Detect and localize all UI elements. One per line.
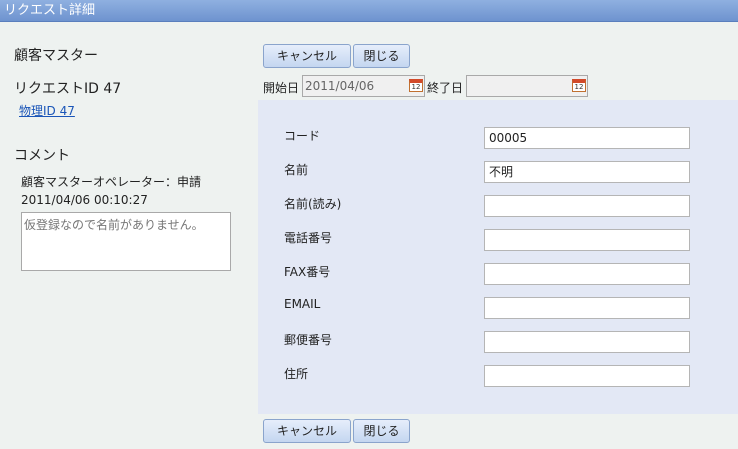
name-reading-input[interactable] — [484, 195, 690, 217]
end-date-field[interactable] — [466, 75, 588, 97]
field-label-fax: FAX番号 — [284, 265, 331, 279]
end-calendar-icon[interactable]: 12 — [572, 79, 586, 92]
comment-textarea[interactable] — [21, 212, 231, 271]
field-label-phone: 電話番号 — [284, 231, 333, 245]
fax-input[interactable] — [484, 263, 690, 285]
code-input[interactable]: 00005 — [484, 127, 690, 149]
field-label-postal-code: 郵便番号 — [284, 333, 333, 347]
comment-heading: コメント — [14, 148, 70, 164]
end-date-label: 終了日 — [427, 81, 464, 95]
comment-timestamp: 2011/04/06 00:10:27 — [21, 193, 148, 207]
physical-id-link[interactable]: 物理ID 47 — [19, 102, 75, 119]
close-button-bottom[interactable]: 閉じる — [353, 419, 410, 443]
email-input[interactable] — [484, 297, 690, 319]
comment-author: 顧客マスターオペレーター：申請 — [21, 175, 202, 189]
start-date-value: 2011/04/06 — [305, 79, 375, 93]
postal-code-input[interactable] — [484, 331, 690, 353]
field-label-email: EMAIL — [284, 297, 321, 311]
field-label-address: 住所 — [284, 367, 309, 381]
cancel-button-top[interactable]: キャンセル — [263, 44, 351, 68]
address-input[interactable] — [484, 365, 690, 387]
request-id-label: リクエストID 47 — [14, 81, 122, 97]
start-date-field[interactable]: 2011/04/06 — [302, 75, 425, 97]
window-title-bar: リクエスト詳細 — [0, 0, 738, 22]
start-calendar-icon[interactable]: 12 — [409, 79, 423, 92]
field-label-name-reading: 名前(読み) — [284, 197, 342, 211]
name-input[interactable]: 不明 — [484, 161, 690, 183]
phone-input[interactable] — [484, 229, 690, 251]
start-date-label: 開始日 — [263, 81, 300, 95]
close-button-top[interactable]: 閉じる — [353, 44, 410, 68]
field-label-code: コード — [284, 129, 321, 143]
field-label-name: 名前 — [284, 163, 309, 177]
master-heading: 顧客マスター — [14, 48, 98, 64]
cancel-button-bottom[interactable]: キャンセル — [263, 419, 351, 443]
